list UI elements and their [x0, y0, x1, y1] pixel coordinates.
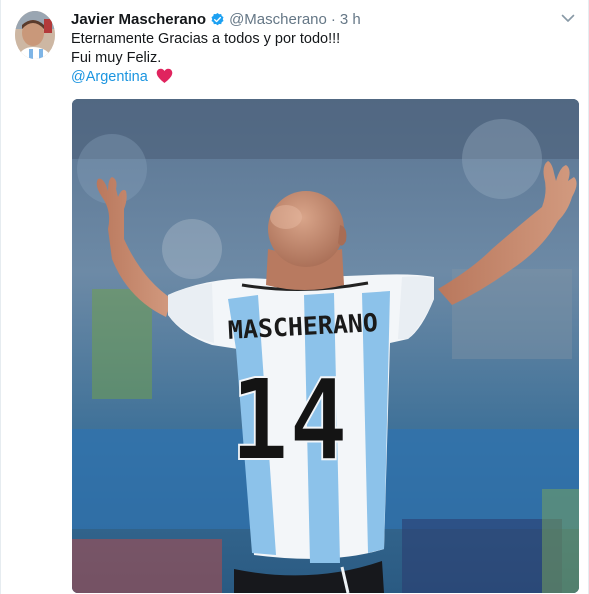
tweet-photo[interactable]: MASCHERANO 14 [72, 99, 579, 593]
tweet-timestamp[interactable]: 3 h [340, 11, 361, 28]
separator-dot: · [330, 10, 336, 28]
user-handle[interactable]: @Mascherano [229, 11, 327, 28]
jersey-number: 14 [230, 356, 348, 486]
tweet-line: Eternamente Gracias a todos y por todo!!… [71, 31, 341, 47]
avatar[interactable] [15, 11, 55, 59]
tweet-line: Fui muy Feliz. [71, 50, 162, 66]
tweet-header: Javier Mascherano @Mascherano · 3 h [71, 9, 361, 29]
red-heart-icon [156, 68, 173, 83]
mention-line: @Argentina [71, 68, 340, 87]
user-name[interactable]: Javier Mascherano [71, 11, 206, 28]
tweet-text: Eternamente Gracias a todos y por todo!!… [71, 30, 340, 87]
verified-badge-icon [210, 12, 225, 27]
tweet-card[interactable]: Javier Mascherano @Mascherano · 3 h Eter… [0, 0, 589, 594]
mention-link[interactable]: @Argentina [71, 69, 148, 85]
chevron-down-icon[interactable] [560, 10, 576, 26]
